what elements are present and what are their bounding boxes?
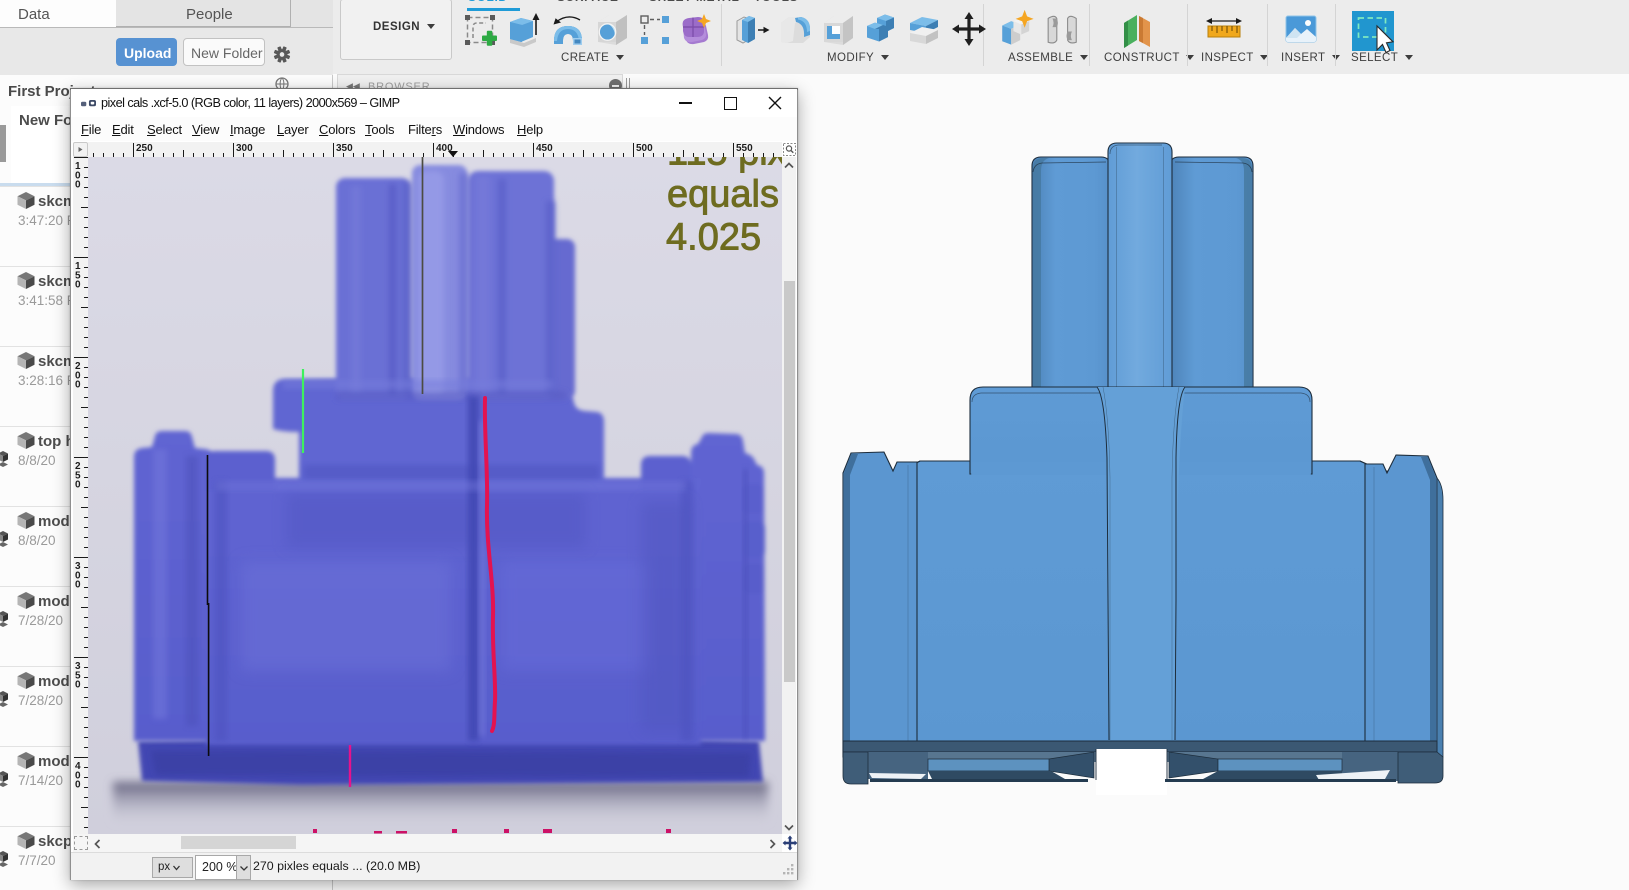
svg-text:300: 300 xyxy=(236,143,253,154)
svg-text:115 pix: 115 pix xyxy=(667,157,782,174)
svg-text:7/14/20: 7/14/20 xyxy=(18,773,63,788)
svg-text:500: 500 xyxy=(636,143,653,154)
svg-text:equals: equals xyxy=(667,174,779,216)
svg-text:4.025: 4.025 xyxy=(666,217,761,259)
svg-text:250: 250 xyxy=(136,143,153,154)
svg-text:7/28/20: 7/28/20 xyxy=(18,693,63,708)
svg-text:250: 250 xyxy=(75,461,81,490)
svg-text:400: 400 xyxy=(75,761,81,790)
svg-text:7/28/20: 7/28/20 xyxy=(18,613,63,628)
svg-text:100: 100 xyxy=(75,161,81,190)
svg-text:8/8/20: 8/8/20 xyxy=(18,533,56,548)
svg-text:7/7/20: 7/7/20 xyxy=(18,853,56,868)
svg-text:450: 450 xyxy=(536,143,553,154)
svg-text:300: 300 xyxy=(75,561,81,590)
svg-text:8/8/20: 8/8/20 xyxy=(18,453,56,468)
svg-text:350: 350 xyxy=(75,661,81,690)
svg-text:350: 350 xyxy=(336,143,353,154)
svg-text:150: 150 xyxy=(75,261,81,290)
svg-text:skcp: skcp xyxy=(38,833,72,850)
svg-text:200: 200 xyxy=(75,361,81,390)
svg-text:550: 550 xyxy=(736,143,753,154)
